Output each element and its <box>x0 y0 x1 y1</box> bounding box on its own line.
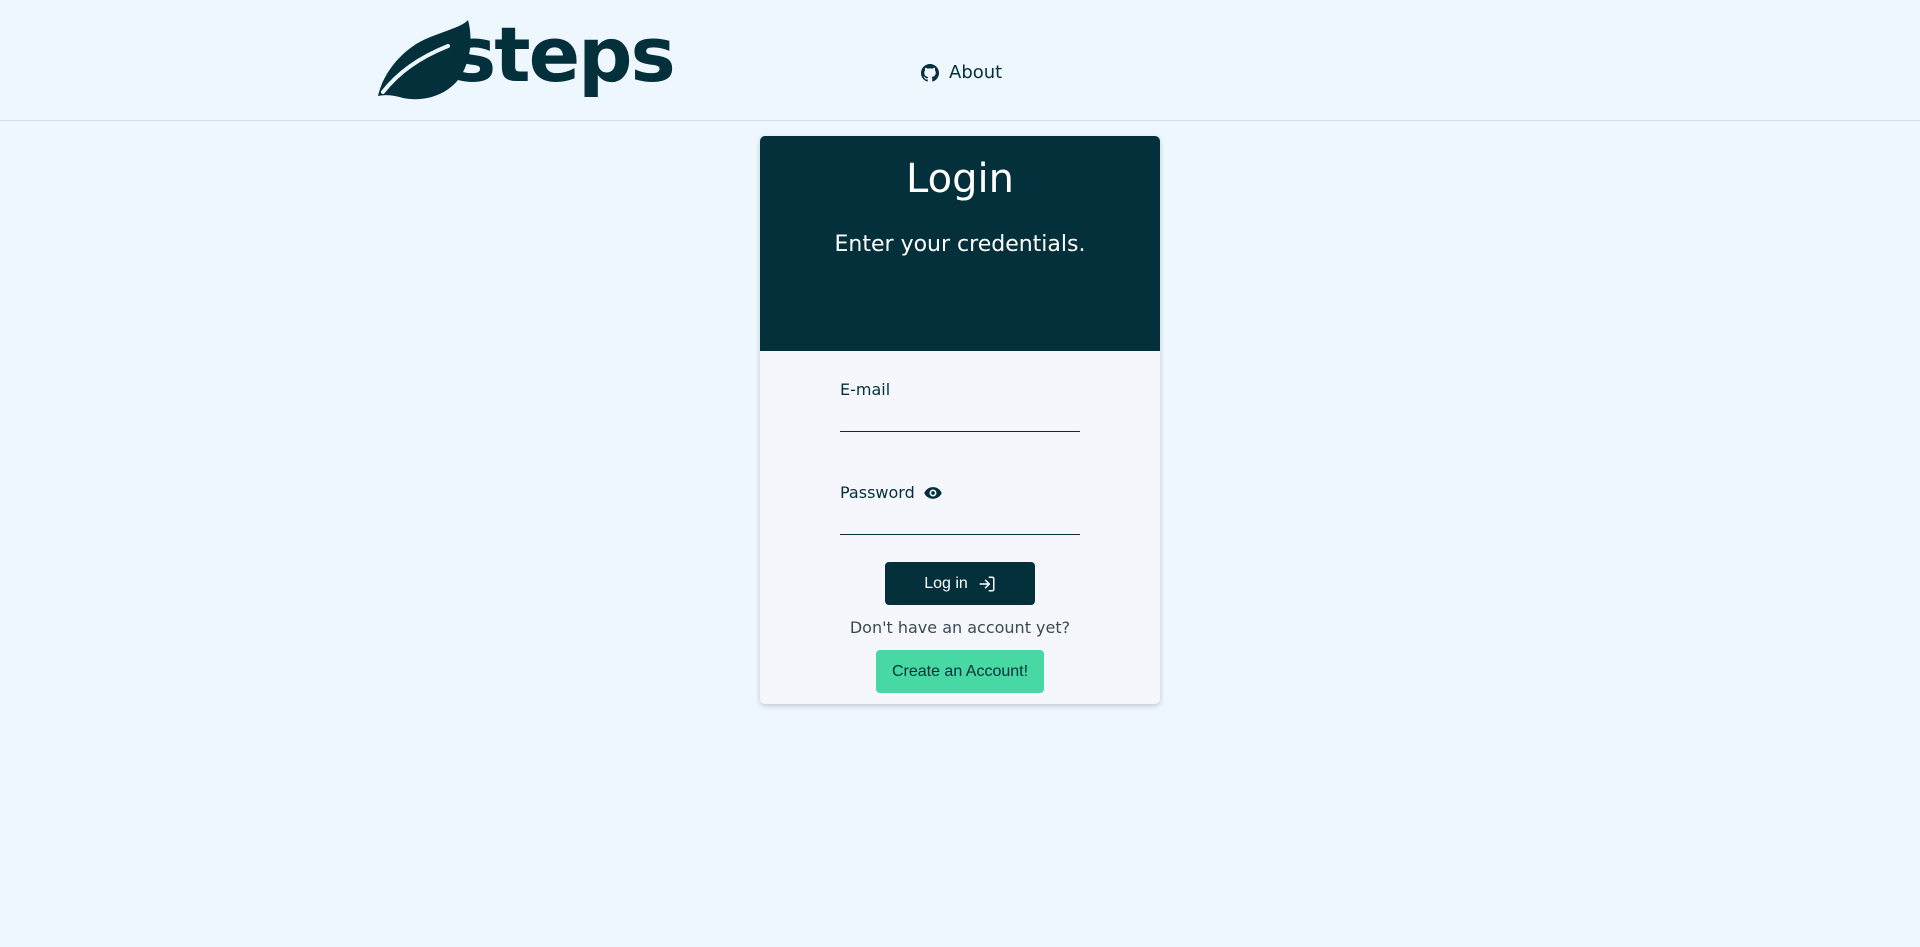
login-subtitle: Enter your credentials. <box>834 232 1086 257</box>
wave-divider <box>760 286 1160 341</box>
nav-about-label: About <box>949 62 1003 83</box>
login-title: Login <box>906 156 1014 202</box>
email-field[interactable] <box>840 406 1080 432</box>
sign-in-icon <box>979 576 995 591</box>
create-account-button[interactable]: Create an Account! <box>876 650 1044 693</box>
login-button-label: Log in <box>924 574 968 592</box>
no-account-text: Don't have an account yet? <box>849 618 1071 637</box>
login-button[interactable]: Log in <box>885 562 1035 605</box>
login-card: Login Enter your credentials. E-mail Pas… <box>760 136 1160 704</box>
nav-about-link[interactable]: About <box>921 62 1002 83</box>
password-field[interactable] <box>840 509 1080 535</box>
password-label: Password <box>840 483 915 502</box>
logo-text[interactable]: steps <box>451 12 676 98</box>
github-icon <box>921 63 939 82</box>
email-label: E-mail <box>840 380 891 399</box>
top-header: steps About <box>0 0 1920 121</box>
eye-icon[interactable] <box>923 483 943 503</box>
